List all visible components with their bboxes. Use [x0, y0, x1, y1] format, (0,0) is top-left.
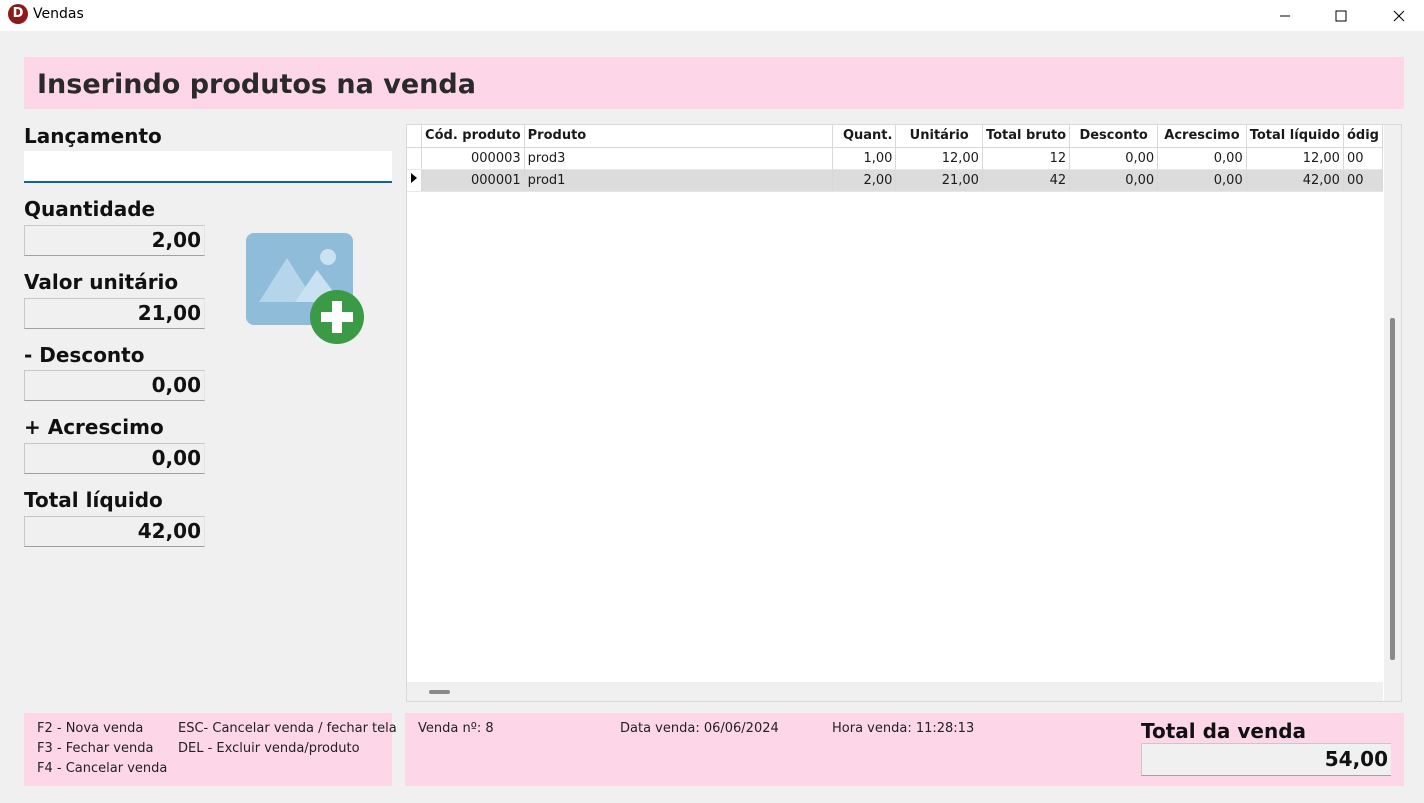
- cell-cod[interactable]: 000003: [421, 147, 525, 170]
- shortcut-del: DEL - Excluir venda/produto: [178, 741, 360, 756]
- add-product-image-button[interactable]: [245, 232, 367, 344]
- shortcut-f4: F4 - Cancelar venda: [37, 761, 168, 776]
- horizontal-scroll-thumb[interactable]: [429, 690, 450, 694]
- row-indicator: [407, 147, 423, 170]
- cell-cod[interactable]: 000001: [421, 169, 525, 192]
- sale-total-label: Total da venda: [1141, 719, 1307, 743]
- table-row[interactable]: 000003 prod3 1,00 12,00 12 0,00 0,00 12,…: [407, 147, 1383, 170]
- total-liquido-field: 42,00: [24, 516, 205, 547]
- column-header[interactable]: ódig: [1343, 125, 1383, 148]
- cell-desconto[interactable]: 0,00: [1069, 147, 1159, 170]
- row-indicator: [407, 169, 423, 192]
- shortcut-f2: F2 - Nova venda: [37, 721, 144, 736]
- minimize-button[interactable]: [1262, 0, 1308, 31]
- column-header[interactable]: Total bruto: [982, 125, 1071, 148]
- acrescimo-field[interactable]: 0,00: [24, 443, 205, 474]
- cell-total-liquido[interactable]: 12,00: [1246, 147, 1344, 170]
- quantidade-label: Quantidade: [24, 197, 156, 221]
- valor-unitario-field[interactable]: 21,00: [24, 298, 205, 329]
- shortcut-f3: F3 - Fechar venda: [37, 741, 154, 756]
- quantidade-field[interactable]: 2,00: [24, 225, 205, 256]
- desconto-field[interactable]: 0,00: [24, 370, 205, 401]
- lancamento-label: Lançamento: [24, 124, 162, 148]
- table-header-row: Cód. produto Produto Quant. Unitário Tot…: [407, 125, 1383, 148]
- sale-time: Hora venda: 11:28:13: [832, 721, 975, 736]
- cell-extra[interactable]: 00: [1343, 169, 1383, 192]
- add-image-icon: [246, 233, 364, 344]
- window-title: Vendas: [33, 6, 84, 22]
- cell-desconto[interactable]: 0,00: [1069, 169, 1159, 192]
- close-icon: [1393, 10, 1405, 21]
- column-header[interactable]: Unitário: [895, 125, 983, 148]
- column-header[interactable]: Quant.: [832, 125, 897, 148]
- cell-acrescimo[interactable]: 0,00: [1157, 147, 1247, 170]
- title-bar: D Vendas: [0, 0, 1424, 31]
- sale-info-panel: Venda nº: 8 Data venda: 06/06/2024 Hora …: [405, 713, 1404, 786]
- acrescimo-label: + Acrescimo: [24, 415, 164, 439]
- column-header[interactable]: Acrescimo: [1157, 125, 1247, 148]
- cell-unitario[interactable]: 12,00: [895, 147, 983, 170]
- horizontal-scrollbar[interactable]: [407, 682, 1383, 701]
- app-logo-icon: D: [8, 4, 28, 24]
- cell-total-bruto[interactable]: 42: [982, 169, 1071, 192]
- cell-unitario[interactable]: 21,00: [895, 169, 983, 192]
- desconto-label: - Desconto: [24, 343, 145, 367]
- shortcut-esc: ESC- Cancelar venda / fechar tela: [178, 721, 397, 736]
- cell-produto[interactable]: prod3: [524, 147, 833, 170]
- cell-produto[interactable]: prod1: [524, 169, 833, 192]
- column-header[interactable]: Cód. produto: [421, 125, 525, 148]
- total-liquido-label: Total líquido: [24, 488, 163, 512]
- sale-date: Data venda: 06/06/2024: [620, 721, 779, 736]
- cell-extra[interactable]: 00: [1343, 147, 1383, 170]
- column-header[interactable]: Desconto: [1069, 125, 1159, 148]
- vertical-scrollbar[interactable]: [1384, 125, 1401, 682]
- column-header[interactable]: Total líquido: [1246, 125, 1344, 148]
- valor-unitario-label: Valor unitário: [24, 270, 179, 294]
- cell-quant[interactable]: 1,00: [832, 147, 897, 170]
- lancamento-input[interactable]: [24, 151, 392, 183]
- scroll-corner: [1384, 682, 1401, 701]
- vertical-scroll-thumb[interactable]: [1390, 318, 1395, 660]
- cell-total-liquido[interactable]: 42,00: [1246, 169, 1344, 192]
- indicator-header: [407, 125, 423, 148]
- cell-quant[interactable]: 2,00: [832, 169, 897, 192]
- header-banner: Inserindo produtos na venda: [24, 57, 1404, 109]
- products-table: Cód. produto Produto Quant. Unitário Tot…: [407, 125, 1383, 192]
- cell-acrescimo[interactable]: 0,00: [1157, 169, 1247, 192]
- table-row[interactable]: 000001 prod1 2,00 21,00 42 0,00 0,00 42,…: [407, 169, 1383, 192]
- page-title: Inserindo produtos na venda: [37, 69, 476, 100]
- cell-total-bruto[interactable]: 12: [982, 147, 1071, 170]
- minimize-icon: [1280, 15, 1290, 16]
- products-grid[interactable]: Cód. produto Produto Quant. Unitário Tot…: [406, 124, 1402, 702]
- sale-total-field: 54,00: [1141, 743, 1391, 776]
- close-button[interactable]: [1376, 0, 1422, 31]
- maximize-icon: [1335, 10, 1347, 21]
- shortcuts-panel: F2 - Nova venda F3 - Fechar venda F4 - C…: [24, 713, 397, 786]
- sale-number: Venda nº: 8: [418, 721, 494, 736]
- current-row-arrow-icon: [411, 173, 418, 183]
- column-header[interactable]: Produto: [524, 125, 833, 148]
- maximize-button[interactable]: [1318, 0, 1364, 31]
